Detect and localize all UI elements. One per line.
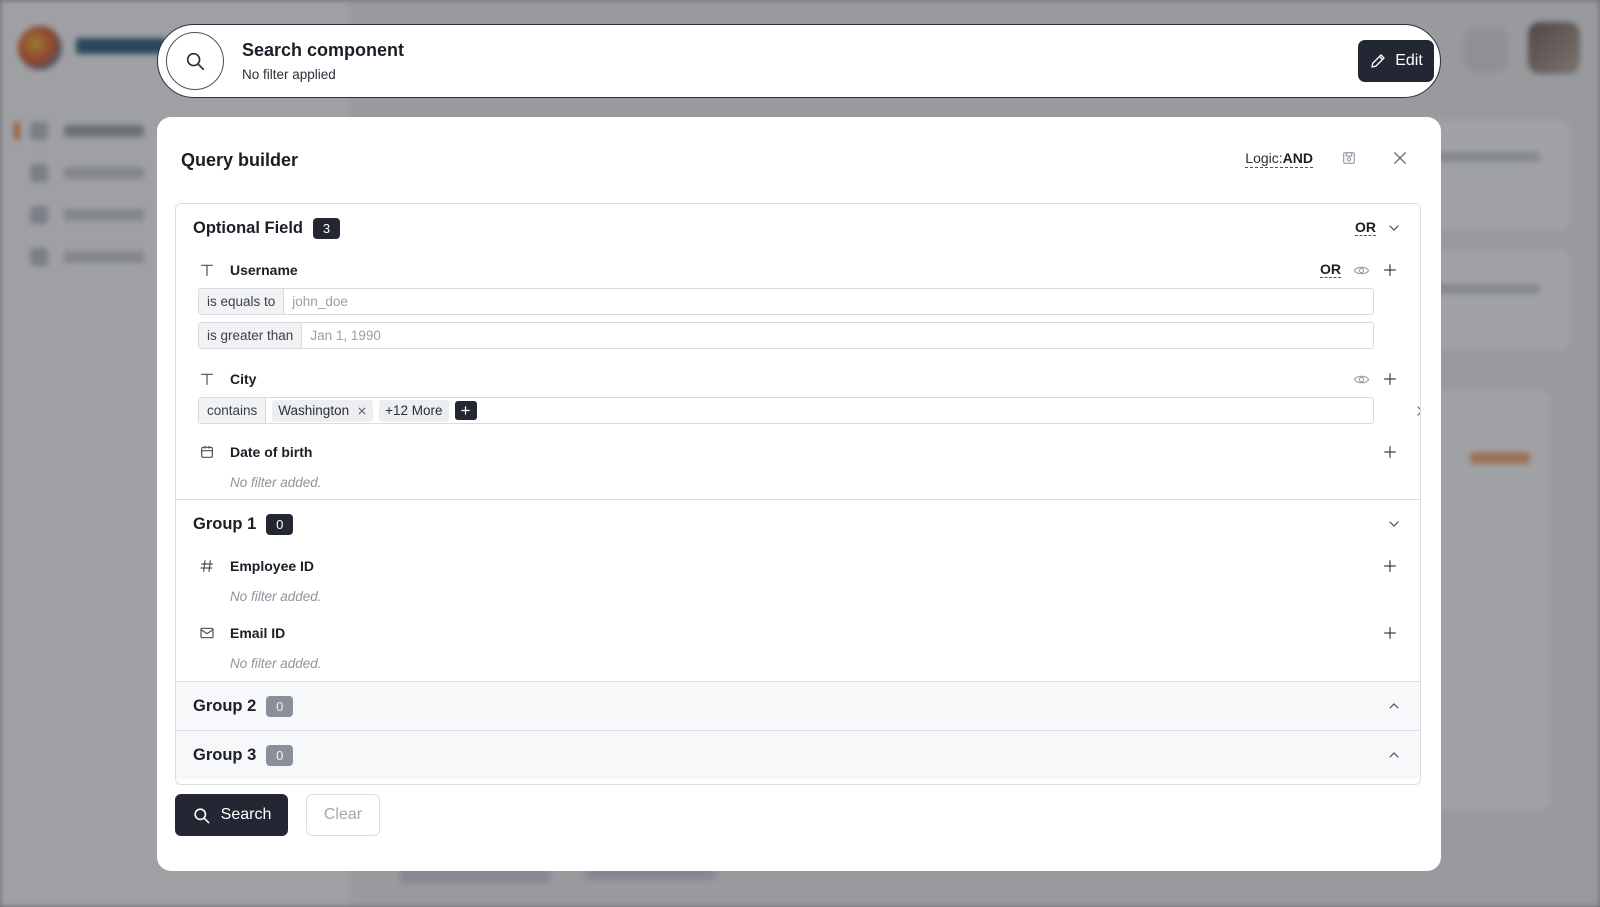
group-name: Group 3: [193, 745, 257, 764]
eye-icon[interactable]: [1353, 371, 1370, 388]
group-header-optional[interactable]: Optional Field 3 OR: [176, 204, 1420, 252]
chevron-up-icon[interactable]: [1386, 747, 1402, 763]
condition-row[interactable]: is greater than Jan 1, 1990: [198, 322, 1374, 349]
empty-filter-text: No filter added.: [230, 474, 322, 490]
hash-icon: [200, 560, 213, 572]
logic-selector[interactable]: Logic:AND: [1245, 150, 1313, 168]
plus-icon[interactable]: [1382, 371, 1398, 387]
count-badge: 0: [266, 744, 294, 766]
chevron-down-icon[interactable]: [1386, 220, 1402, 236]
empty-filter-text: No filter added.: [230, 588, 322, 604]
close-icon: [1394, 152, 1406, 164]
condition-operator[interactable]: contains: [199, 398, 267, 423]
pencil-icon: [1371, 54, 1385, 68]
field-name: Employee ID: [230, 558, 315, 574]
modal-header: Query builder Logic:AND: [157, 117, 1441, 201]
mail-icon: [200, 627, 214, 639]
group-header-1[interactable]: Group 1 0: [176, 500, 1420, 548]
condition-row[interactable]: is equals to john_doe: [198, 288, 1374, 315]
close-icon[interactable]: [1415, 404, 1421, 418]
group-name: Group 2: [193, 696, 257, 715]
save-icon: [1343, 152, 1355, 164]
chip-label: Washington: [278, 403, 350, 418]
condition-value[interactable]: Jan 1, 1990: [302, 328, 381, 343]
chevron-up-icon[interactable]: [1386, 698, 1402, 714]
plus-icon[interactable]: [1382, 625, 1398, 641]
text-type-icon: [201, 373, 213, 385]
close-button[interactable]: [1391, 149, 1409, 172]
group-header-3[interactable]: Group 3 0: [176, 731, 1420, 779]
search-subtitle: No filter applied: [242, 67, 336, 82]
modal-title: Query builder: [181, 150, 299, 170]
chevron-down-icon[interactable]: [1386, 516, 1402, 532]
edit-label: Edit: [1395, 52, 1423, 69]
close-icon[interactable]: [357, 406, 367, 416]
search-component-bar[interactable]: Search component No filter applied Edit: [157, 24, 1441, 98]
calendar-icon: [201, 446, 213, 458]
search-button-label: Search: [220, 806, 272, 823]
count-badge: 0: [266, 695, 294, 717]
field-employee-id: Employee ID: [176, 548, 1420, 584]
edit-button[interactable]: Edit: [1358, 40, 1434, 82]
add-value-button[interactable]: [454, 401, 477, 420]
search-title: Search component: [242, 40, 405, 60]
search-icon: [186, 52, 205, 71]
query-groups: Optional Field 3 OR Username OR is equal…: [175, 203, 1421, 785]
empty-filter-text: No filter added.: [230, 655, 322, 671]
group-header-2[interactable]: Group 2 0: [176, 682, 1420, 730]
text-type-icon: [201, 264, 213, 276]
condition-value[interactable]: john_doe: [284, 294, 348, 309]
query-builder-modal: Query builder Logic:AND Optional Field 3…: [157, 117, 1441, 871]
search-icon-button[interactable]: [166, 32, 224, 90]
field-date-of-birth: Date of birth: [176, 434, 1420, 470]
field-name: Date of birth: [230, 444, 313, 460]
field-name: Email ID: [230, 625, 286, 641]
group-name: Optional Field: [193, 218, 303, 237]
field-city: City: [176, 361, 1420, 397]
plus-icon: [461, 406, 470, 415]
condition-operator[interactable]: is greater than: [199, 323, 303, 348]
search-button[interactable]: Search: [175, 794, 288, 836]
value-chip[interactable]: Washington: [272, 399, 374, 422]
logic-label: Logic:: [1245, 150, 1283, 166]
field-email-id: Email ID: [176, 615, 1420, 651]
eye-icon[interactable]: [1353, 262, 1370, 279]
count-badge: 3: [313, 217, 340, 239]
save-button[interactable]: [1341, 150, 1357, 171]
group-name: Group 1: [193, 514, 257, 533]
field-username: Username OR: [176, 252, 1420, 288]
count-badge: 0: [266, 513, 294, 535]
plus-icon[interactable]: [1382, 262, 1398, 278]
field-operator[interactable]: OR: [1320, 262, 1341, 278]
clear-button[interactable]: Clear: [306, 794, 380, 836]
more-chip[interactable]: +12 More: [379, 399, 449, 422]
plus-icon[interactable]: [1382, 558, 1398, 574]
plus-icon[interactable]: [1382, 444, 1398, 460]
field-name: City: [230, 371, 257, 387]
field-name: Username: [230, 262, 298, 278]
logic-value: AND: [1282, 150, 1313, 166]
group-operator[interactable]: OR: [1355, 220, 1376, 236]
condition-operator[interactable]: is equals to: [199, 289, 285, 314]
condition-row[interactable]: contains Washington +12 More: [198, 397, 1420, 424]
modal-footer: Search Clear: [175, 794, 380, 836]
search-icon: [194, 807, 210, 823]
